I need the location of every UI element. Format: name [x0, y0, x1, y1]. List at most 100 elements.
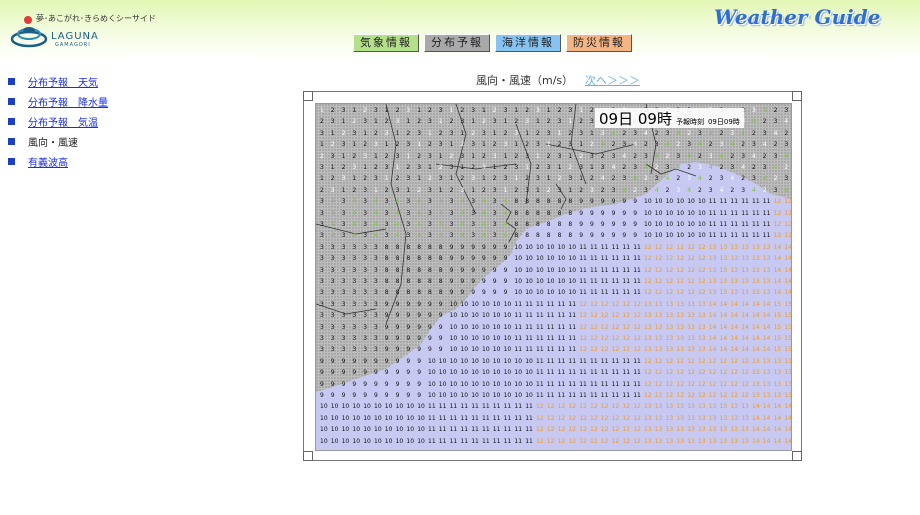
wind-speed-value: 3 [492, 221, 497, 228]
wind-speed-value: 13 [730, 414, 739, 422]
wind-speed-value: 10 [546, 255, 555, 263]
wind-speed-value: 11 [579, 278, 587, 285]
wind-speed-value: 9 [320, 392, 324, 399]
wind-speed-value: 10 [503, 346, 512, 354]
sidebar-item-temperature[interactable]: 分布予報 気温 [8, 111, 108, 131]
wind-speed-value: 8 [525, 232, 530, 240]
wind-speed-value: 13 [687, 323, 695, 331]
wind-speed-value: 11 [482, 414, 490, 422]
wind-speed-value: 3 [320, 346, 324, 354]
wind-speed-value: 12 [654, 380, 663, 388]
wind-speed-value: 14 [708, 300, 717, 308]
wind-speed-value: 3 [590, 118, 594, 126]
wind-speed-value: 13 [730, 266, 739, 274]
wind-speed-value: 11 [762, 232, 771, 240]
wind-speed-value: 4 [665, 141, 670, 149]
sidebar-item-label[interactable]: 分布予報 気温 [28, 114, 98, 129]
wind-speed-value: 9 [417, 312, 422, 320]
wind-speed-value: 1 [536, 152, 540, 160]
wind-speed-value: 11 [579, 243, 587, 251]
wind-speed-value: 2 [557, 107, 562, 114]
wind-speed-value: 12 [654, 243, 663, 251]
wind-speed-value: 15 [784, 323, 792, 331]
wind-speed-value: 14 [773, 437, 782, 445]
nav-weather-info-button[interactable]: 気象情報 [353, 34, 419, 52]
wind-speed-value: 8 [438, 289, 443, 297]
wind-speed-value: 10 [503, 312, 512, 320]
wind-speed-value: 1 [536, 118, 540, 126]
wind-speed-value: 12 [687, 266, 695, 274]
wind-speed-value: 3 [460, 186, 465, 194]
nav-distribution-forecast-button[interactable]: 分布予報 [424, 34, 490, 52]
wind-speed-value: 4 [752, 118, 756, 126]
wind-speed-value: 2 [762, 118, 767, 126]
wind-speed-value: 3 [363, 323, 368, 331]
sidebar-item-weather[interactable]: 分布予報 天気 [8, 71, 108, 91]
wind-speed-value: 2 [546, 186, 551, 194]
wind-speed-value: 14 [762, 300, 771, 308]
nav-marine-info-button[interactable]: 海洋情報 [495, 34, 561, 52]
wind-speed-value: 9 [428, 300, 432, 308]
wind-speed-value: 12 [579, 323, 587, 331]
sidebar-item-wave-height[interactable]: 有義波高 [8, 151, 108, 171]
wind-speed-value: 3 [320, 209, 324, 217]
wind-speed-value: 1 [341, 186, 346, 194]
wind-speed-value: 11 [557, 346, 566, 354]
wind-speed-value: 4 [438, 198, 443, 206]
wind-speed-value: 10 [503, 369, 512, 377]
wind-speed-value: 4 [438, 221, 443, 228]
wind-speed-value: 12 [687, 380, 695, 388]
wind-speed-value: 13 [741, 414, 749, 422]
wind-speed-value: 13 [752, 369, 760, 377]
wind-speed-value: 3 [363, 278, 368, 285]
wind-speed-value: 14 [784, 403, 792, 411]
sidebar-item-precipitation[interactable]: 分布予報 降水量 [8, 91, 108, 111]
wind-speed-value: 11 [741, 232, 749, 240]
wind-speed-value: 13 [708, 243, 717, 251]
wind-speed-value: 2 [600, 152, 605, 160]
nav-disaster-info-button[interactable]: 防災情報 [566, 34, 632, 52]
wind-speed-value: 10 [676, 198, 685, 206]
wind-speed-value: 11 [460, 426, 469, 434]
wind-speed-value: 8 [568, 232, 573, 240]
wind-speed-value: 1 [384, 175, 389, 183]
wind-speed-value: 3 [546, 164, 551, 171]
wind-speed-value: 3 [568, 107, 573, 114]
wind-speed-value: 9 [503, 278, 508, 285]
wind-speed-value: 1 [417, 175, 422, 183]
wind-speed-value: 12 [546, 403, 555, 411]
wind-speed-value: 2 [320, 186, 324, 194]
sidebar-item-label[interactable]: 分布予報 天気 [28, 74, 98, 89]
logo-text: LAGUNA [51, 31, 99, 42]
sidebar-item-label[interactable]: 有義波高 [28, 154, 68, 169]
wind-speed-value: 10 [536, 243, 544, 251]
wind-speed-value: 12 [665, 392, 674, 399]
wind-speed-value: 4 [330, 232, 335, 240]
wind-speed-value: 2 [698, 186, 702, 194]
wind-speed-value: 9 [395, 357, 400, 365]
wind-speed-value: 13 [698, 437, 706, 445]
wind-speed-value: 11 [546, 357, 555, 365]
wind-speed-value: 12 [633, 403, 641, 411]
wind-speed-value: 4 [622, 186, 627, 194]
wind-speed-value: 10 [449, 312, 458, 320]
wind-speed-value: 2 [633, 186, 638, 194]
wind-speed-value: 11 [568, 335, 577, 342]
wind-speed-value: 2 [730, 152, 735, 160]
wind-speed-value: 12 [568, 414, 577, 422]
wind-speed-value: 3 [374, 141, 378, 149]
wind-speed-value: 10 [525, 392, 533, 399]
wind-speed-value: 11 [546, 346, 555, 354]
wind-speed-value: 11 [633, 278, 641, 285]
wind-speed-value: 11 [525, 426, 533, 434]
wind-speed-value: 13 [698, 335, 706, 342]
next-link[interactable]: 次へ＞＞＞ [585, 72, 640, 88]
wind-speed-value: 1 [384, 141, 389, 149]
sidebar-item-label[interactable]: 分布予報 降水量 [28, 94, 108, 109]
wind-speed-value: 2 [741, 175, 746, 183]
wind-speed-value: 9 [590, 198, 594, 206]
wind-speed-value: 13 [654, 323, 663, 331]
wind-speed-value: 11 [633, 357, 641, 365]
wind-speed-value: 14 [719, 323, 728, 331]
wind-speed-value: 3 [363, 243, 368, 251]
